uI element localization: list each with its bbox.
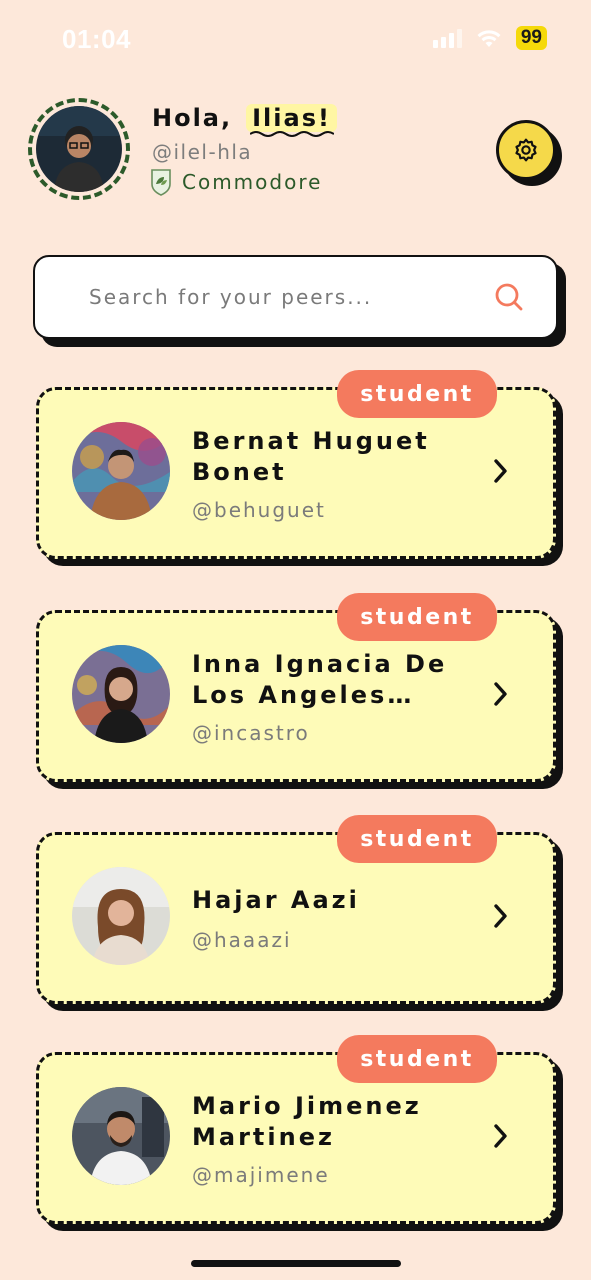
peer-avatar [72, 867, 170, 965]
chevron-right-icon [494, 1124, 507, 1148]
peer-card[interactable]: student Inna Ignacia De Los Angeles… @in… [36, 593, 556, 782]
gear-icon [515, 138, 537, 162]
peer-avatar [72, 1087, 170, 1185]
settings-button[interactable] [496, 120, 556, 180]
status-time: 01:04 [62, 24, 131, 54]
peer-handle: @behuguet [192, 498, 326, 522]
user-handle: @ilel-hla [152, 140, 253, 164]
peer-handle: @haaazi [192, 928, 292, 952]
user-name: Ilias! [246, 104, 337, 137]
signal-icon [432, 28, 462, 48]
battery-indicator: 99 [515, 26, 547, 50]
role-badge: student [337, 815, 497, 863]
rank-icon [151, 169, 171, 196]
profile-avatar[interactable] [28, 98, 130, 200]
role-badge: student [337, 1035, 497, 1083]
peer-avatar [72, 645, 170, 743]
chevron-right-icon [494, 682, 507, 706]
search-bar [33, 255, 558, 339]
peer-handle: @majimene [192, 1163, 330, 1187]
peer-name: Hajar Aazi [192, 886, 360, 914]
peer-name: Inna Ignacia De Los Angeles… [192, 650, 448, 709]
peer-card[interactable]: student Bernat Huguet Bonet @behuguet [36, 370, 556, 559]
peer-avatar [72, 422, 170, 520]
wifi-icon [477, 30, 501, 47]
search-icon[interactable] [494, 282, 524, 312]
rank-label: Commodore [182, 170, 323, 194]
chevron-right-icon [494, 459, 507, 483]
greeting-text: Hola, [152, 104, 233, 132]
chevron-right-icon [494, 904, 507, 928]
role-badge: student [337, 370, 497, 418]
search-input[interactable] [89, 285, 449, 309]
role-badge: student [337, 593, 497, 641]
status-indicators: 99 [432, 26, 547, 50]
peer-card[interactable]: student Hajar Aazi @haaazi [36, 815, 556, 1004]
peers-screen: 01:04 99 Hola, Ilias! @ilel-hla Commodor… [0, 0, 591, 1280]
greeting: Hola, Ilias! [152, 104, 337, 137]
home-indicator[interactable] [191, 1260, 401, 1267]
peer-handle: @incastro [192, 721, 310, 745]
peer-name: Bernat Huguet Bonet [192, 427, 430, 486]
peer-name: Mario Jimenez Martinez [192, 1092, 422, 1151]
user-rank: Commodore [150, 168, 322, 196]
peer-card[interactable]: student Mario Jimenez Martinez @majimene [36, 1035, 556, 1224]
